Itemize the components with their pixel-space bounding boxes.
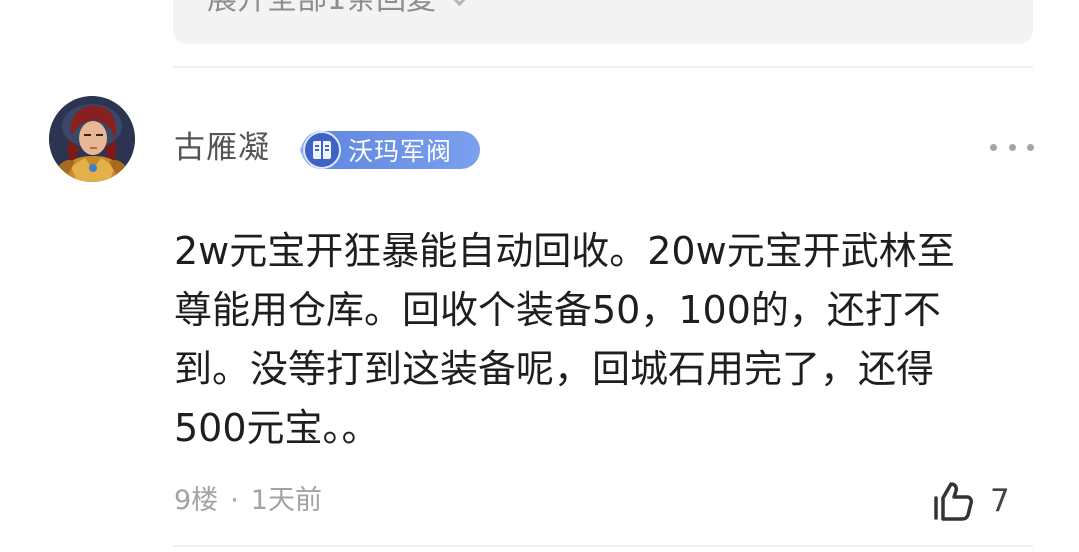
username[interactable]: 古雁凝	[174, 126, 270, 170]
more-options-button[interactable]	[990, 132, 1034, 162]
like-button[interactable]: 7	[932, 478, 1010, 524]
comment-text: 2w元宝开狂暴能自动回收。20w元宝开武林至 尊能用仓库。回收个装备50，100…	[174, 229, 955, 450]
divider	[173, 66, 1033, 68]
more-dot	[1008, 143, 1016, 151]
user-level-badge[interactable]: 沃玛军阀	[299, 131, 480, 169]
chevron-down-icon	[448, 0, 471, 6]
comment-time: 1天前	[250, 485, 322, 516]
comment-meta: 9楼 · 1天前	[174, 481, 322, 521]
expand-replies-label: 展开全部1条回复	[207, 0, 436, 20]
more-dot	[1027, 143, 1034, 151]
replies-card[interactable]: 展开全部1条回复	[173, 0, 1033, 44]
avatar[interactable]	[49, 96, 135, 182]
more-dots-icon	[990, 143, 997, 151]
badge-label: 沃玛军阀	[348, 137, 453, 166]
divider	[173, 545, 1033, 547]
meta-separator: ·	[230, 485, 239, 516]
book-badge-icon	[299, 131, 341, 169]
thumbs-up-icon	[934, 482, 973, 521]
like-count: 7	[990, 483, 1010, 519]
expand-replies-button[interactable]: 展开全部1条回复	[207, 0, 471, 20]
floor-number: 9楼	[174, 485, 219, 516]
